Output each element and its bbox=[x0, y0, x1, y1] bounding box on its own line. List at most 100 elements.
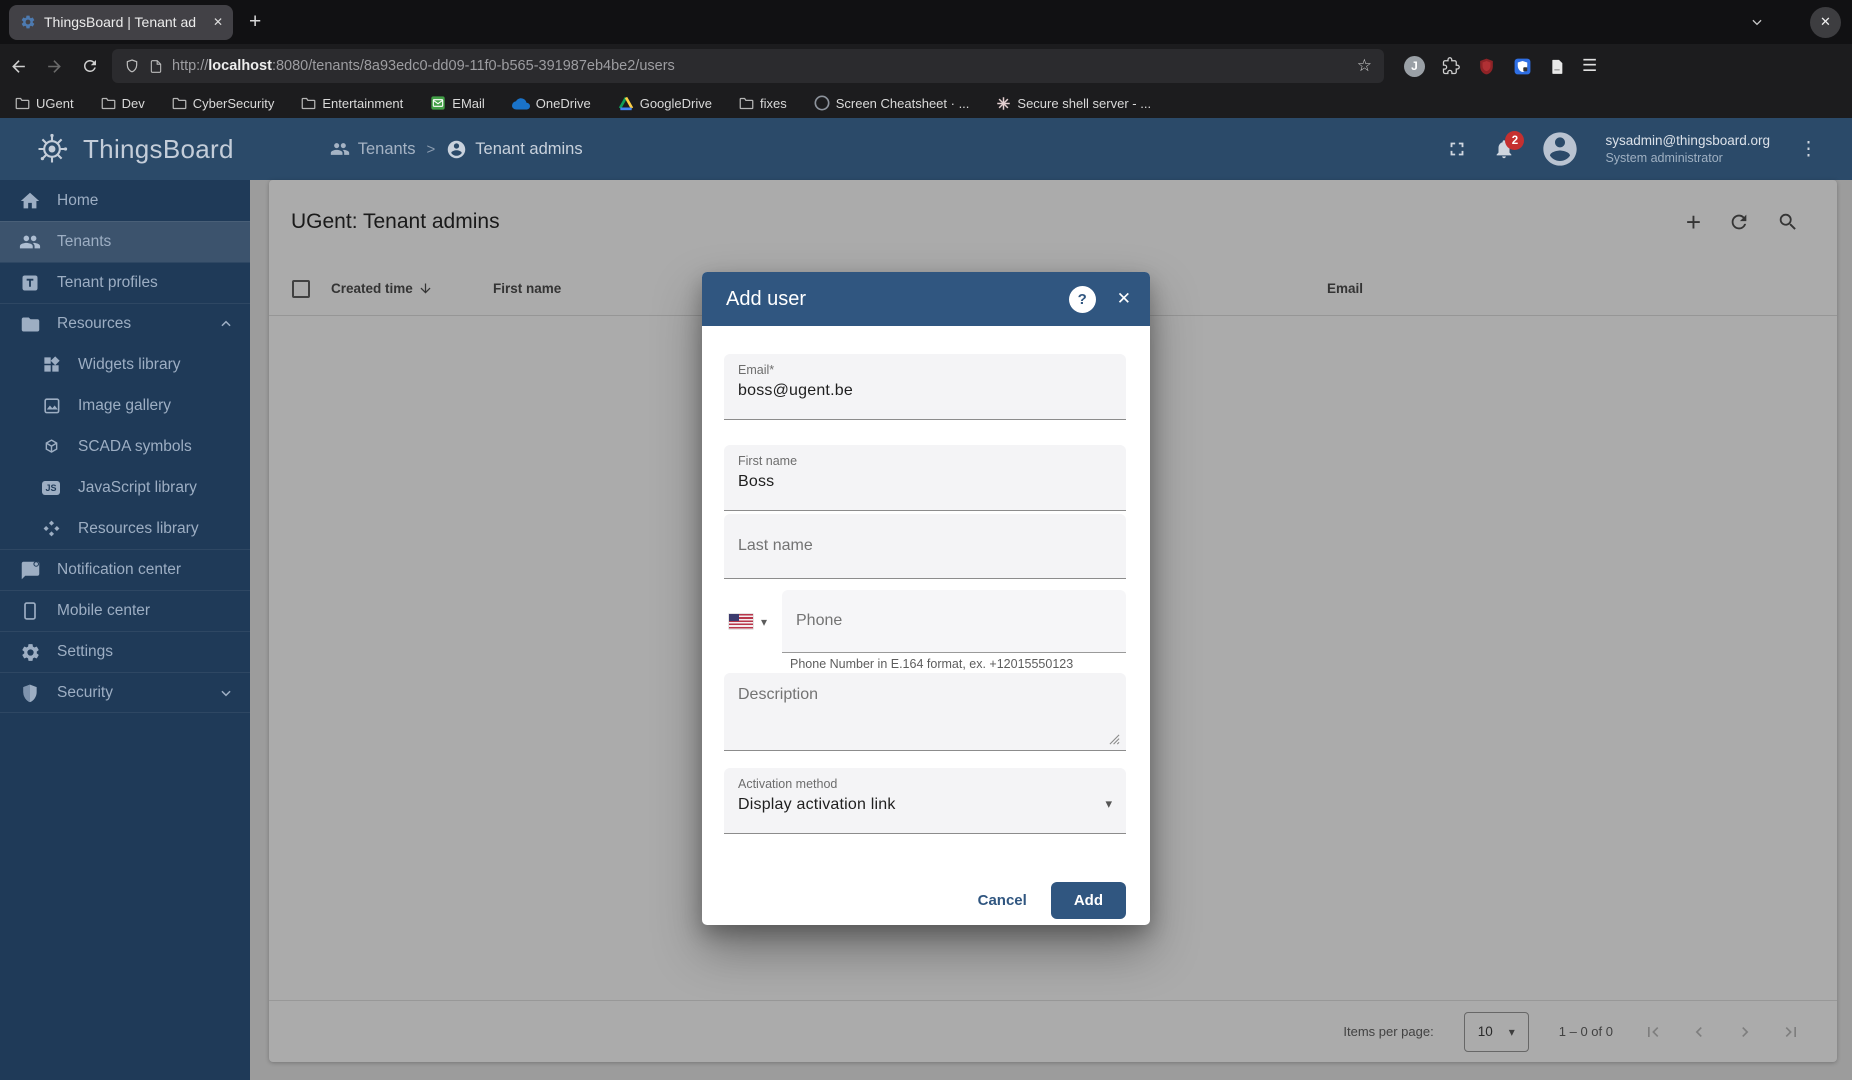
chevron-down-icon bbox=[219, 686, 233, 700]
phone-hint: Phone Number in E.164 format, ex. +12015… bbox=[790, 657, 1073, 671]
bookmark-github-cheatsheet[interactable]: Screen Cheatsheet · ... bbox=[814, 95, 970, 111]
sidebar-item-notification-center[interactable]: Notification center bbox=[0, 549, 250, 590]
breadcrumb-tenant-admins[interactable]: Tenant admins bbox=[446, 139, 582, 160]
email-label: Email* bbox=[738, 363, 1112, 377]
notification-bubble-icon bbox=[18, 560, 42, 581]
header-kebab-menu-icon[interactable]: ⋮ bbox=[1795, 138, 1822, 161]
tab-list-chevron-icon[interactable] bbox=[1750, 15, 1764, 29]
tenants-icon bbox=[18, 231, 42, 253]
last-name-field[interactable]: Last name bbox=[724, 514, 1126, 579]
widgets-icon bbox=[39, 355, 63, 374]
country-code-select[interactable]: ▾ bbox=[724, 590, 782, 653]
breadcrumb-separator: > bbox=[427, 141, 436, 158]
bookmark-googledrive[interactable]: GoogleDrive bbox=[618, 96, 712, 111]
user-role: System administrator bbox=[1605, 150, 1770, 166]
image-icon bbox=[39, 396, 63, 415]
bookmark-folder-entertainment[interactable]: Entertainment bbox=[301, 96, 403, 111]
sidebar-item-security[interactable]: Security bbox=[0, 672, 250, 713]
email-value: boss@ugent.be bbox=[738, 382, 1112, 400]
person-circle-icon bbox=[446, 139, 467, 160]
reader-doc-icon[interactable] bbox=[1549, 58, 1565, 75]
sidebar-item-settings[interactable]: Settings bbox=[0, 631, 250, 672]
window-close-icon: ✕ bbox=[1820, 14, 1831, 30]
breadcrumb-tenants[interactable]: Tenants bbox=[330, 139, 416, 159]
phone-field[interactable]: Phone bbox=[782, 590, 1126, 653]
chevron-up-icon bbox=[219, 317, 233, 331]
add-button[interactable]: Add bbox=[1051, 882, 1126, 919]
tab-title: ThingsBoard | Tenant ad bbox=[44, 14, 205, 30]
site-shield-icon[interactable] bbox=[124, 58, 140, 74]
bookmark-folder-dev[interactable]: Dev bbox=[101, 96, 145, 111]
help-icon[interactable]: ? bbox=[1069, 286, 1096, 313]
description-field[interactable]: Description bbox=[724, 673, 1126, 751]
new-tab-button[interactable]: + bbox=[249, 10, 261, 34]
menu-hamburger-icon[interactable]: ☰ bbox=[1582, 56, 1597, 76]
sidebar-item-resources[interactable]: Resources bbox=[0, 303, 250, 344]
sidebar-item-widgets-library[interactable]: Widgets library bbox=[0, 344, 250, 385]
thingsboard-favicon-icon bbox=[20, 14, 36, 30]
mobile-icon bbox=[18, 601, 42, 621]
sidebar-item-home[interactable]: Home bbox=[0, 180, 250, 221]
activation-method-select[interactable]: Activation method Display activation lin… bbox=[724, 768, 1126, 834]
url-text: http://localhost:8080/tenants/8a93edc0-d… bbox=[172, 58, 675, 74]
window-close-button[interactable]: ✕ bbox=[1810, 7, 1841, 38]
browser-tab[interactable]: ThingsBoard | Tenant ad ✕ bbox=[9, 5, 233, 40]
dialog-title: Add user bbox=[726, 288, 1069, 311]
scada-cube-icon bbox=[39, 437, 63, 456]
sidebar-item-mobile-center[interactable]: Mobile center bbox=[0, 590, 250, 631]
user-info[interactable]: sysadmin@thingsboard.org System administ… bbox=[1605, 132, 1770, 166]
cancel-button[interactable]: Cancel bbox=[968, 882, 1037, 919]
bookmark-folder-fixes[interactable]: fixes bbox=[739, 96, 787, 111]
ublock-icon[interactable] bbox=[1477, 57, 1496, 76]
reload-button[interactable] bbox=[72, 57, 108, 75]
first-name-label: First name bbox=[738, 454, 1112, 468]
profile-avatar-icon[interactable]: J bbox=[1404, 56, 1425, 77]
notification-badge: 2 bbox=[1505, 131, 1524, 150]
sidebar-item-scada-symbols[interactable]: SCADA symbols bbox=[0, 426, 250, 467]
folder-icon bbox=[18, 314, 42, 335]
bookmark-folder-cybersecurity[interactable]: CyberSecurity bbox=[172, 96, 275, 111]
privacy-shield-icon[interactable] bbox=[1513, 57, 1532, 76]
first-name-value: Boss bbox=[738, 473, 1112, 491]
bookmark-folder-ugent[interactable]: UGent bbox=[15, 96, 74, 111]
extensions-puzzle-icon[interactable] bbox=[1442, 57, 1460, 75]
sidebar: Home Tenants Tenant profiles Resources W… bbox=[0, 180, 250, 1080]
tab-close-icon[interactable]: ✕ bbox=[213, 15, 223, 29]
tenant-profiles-icon bbox=[18, 273, 42, 293]
sidebar-item-tenant-profiles[interactable]: Tenant profiles bbox=[0, 262, 250, 303]
brand[interactable]: ThingsBoard bbox=[34, 131, 234, 167]
activation-method-label: Activation method bbox=[738, 777, 1112, 791]
description-placeholder: Description bbox=[738, 686, 1112, 704]
user-email: sysadmin@thingsboard.org bbox=[1605, 132, 1770, 150]
thingsboard-logo-icon bbox=[34, 131, 70, 167]
user-avatar-icon[interactable] bbox=[1540, 129, 1580, 169]
people-icon bbox=[330, 139, 350, 159]
sidebar-item-tenants[interactable]: Tenants bbox=[0, 221, 250, 262]
sidebar-item-resources-library[interactable]: Resources library bbox=[0, 508, 250, 549]
resize-handle-icon[interactable] bbox=[1109, 734, 1120, 745]
back-button[interactable] bbox=[0, 57, 36, 76]
forward-button[interactable] bbox=[36, 57, 72, 76]
extension-icons: J bbox=[1404, 56, 1565, 77]
diamonds-icon bbox=[39, 519, 63, 538]
sidebar-item-image-gallery[interactable]: Image gallery bbox=[0, 385, 250, 426]
bookmarks-bar: UGent Dev CyberSecurity Entertainment EM… bbox=[0, 88, 1852, 118]
phone-placeholder: Phone bbox=[796, 612, 842, 630]
email-field[interactable]: Email* boss@ugent.be bbox=[724, 354, 1126, 420]
bookmark-secure-shell[interactable]: Secure shell server - ... bbox=[996, 96, 1151, 111]
page-info-icon[interactable] bbox=[149, 59, 163, 74]
javascript-icon: JS bbox=[39, 481, 63, 495]
bookmark-email[interactable]: EMail bbox=[430, 95, 485, 111]
url-bar[interactable]: http://localhost:8080/tenants/8a93edc0-d… bbox=[112, 49, 1384, 83]
bookmark-star-icon[interactable]: ☆ bbox=[1357, 56, 1372, 76]
screen: ThingsBoard | Tenant ad ✕ + ✕ http://loc… bbox=[0, 0, 1852, 1080]
dialog-close-icon[interactable]: ✕ bbox=[1117, 289, 1131, 309]
notifications-bell-icon[interactable]: 2 bbox=[1493, 138, 1515, 160]
bookmark-onedrive[interactable]: OneDrive bbox=[512, 96, 591, 111]
app-header: ThingsBoard Tenants > Tenant admins bbox=[0, 118, 1852, 180]
flag-caret-icon: ▾ bbox=[761, 615, 767, 629]
activation-method-value: Display activation link bbox=[738, 796, 1112, 814]
fullscreen-icon[interactable] bbox=[1446, 138, 1468, 160]
first-name-field[interactable]: First name Boss bbox=[724, 445, 1126, 511]
sidebar-item-javascript-library[interactable]: JS JavaScript library bbox=[0, 467, 250, 508]
